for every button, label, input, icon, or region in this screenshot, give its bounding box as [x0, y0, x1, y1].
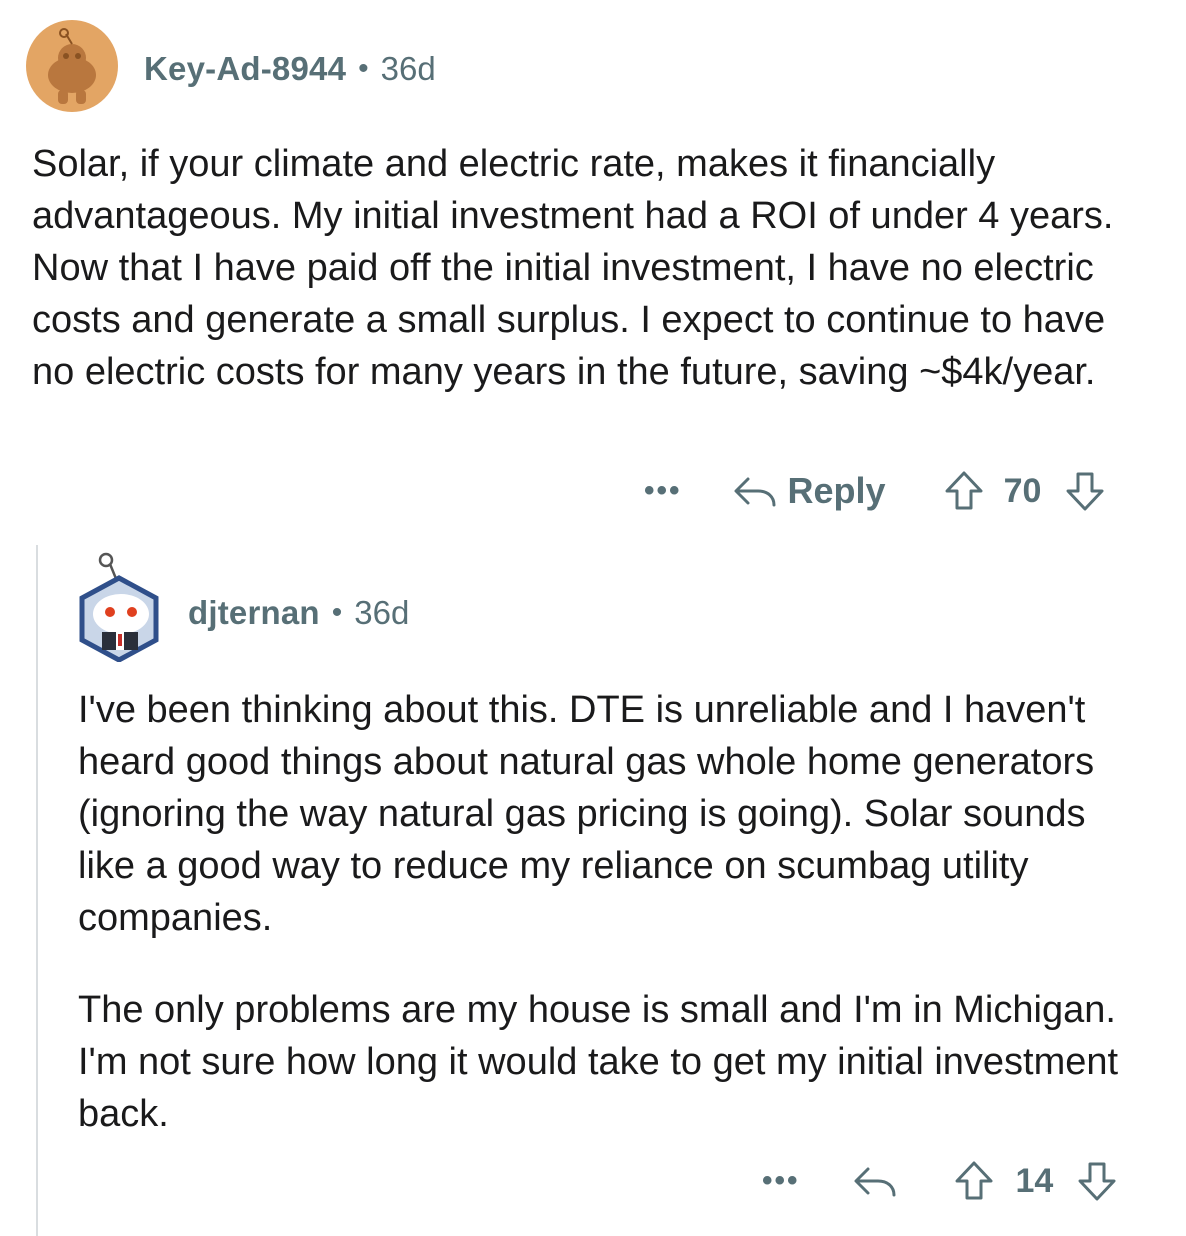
comment-body-paragraph: The only problems are my house is small … [78, 989, 1119, 1135]
snoo-avatar-orange-icon [26, 20, 118, 112]
snoo-avatar-hexagon-icon [79, 552, 159, 662]
comment-actions: ••• Reply 70 [644, 470, 1105, 512]
downvote-icon[interactable] [1065, 470, 1105, 512]
comment-header: Key-Ad-8944 • 36d [144, 50, 436, 88]
upvote-icon[interactable] [944, 470, 984, 512]
avatar[interactable] [76, 548, 162, 662]
reply-arrow-icon [734, 477, 776, 507]
avatar[interactable] [26, 20, 118, 112]
vote-score: 14 [1015, 1161, 1054, 1200]
comment-header: djternan • 36d [188, 594, 409, 632]
thread-line[interactable] [36, 545, 38, 1236]
comment-age: 36d [380, 50, 436, 87]
comment-actions: ••• 14 [762, 1160, 1117, 1202]
more-options-button[interactable]: ••• [762, 1164, 800, 1198]
upvote-icon[interactable] [954, 1160, 994, 1202]
more-options-button[interactable]: ••• [644, 474, 682, 508]
username[interactable]: djternan [188, 594, 320, 632]
username[interactable]: Key-Ad-8944 [144, 50, 346, 88]
comment-age: 36d [354, 594, 410, 631]
reply-arrow-icon[interactable] [852, 1163, 898, 1199]
separator-dot: • [358, 52, 369, 85]
comment-body-paragraph: I've been thinking about this. DTE is un… [78, 689, 1095, 939]
reply-button[interactable]: Reply [732, 470, 886, 512]
downvote-icon[interactable] [1077, 1160, 1117, 1202]
separator-dot: • [331, 596, 343, 629]
vote-score: 70 [1003, 471, 1042, 510]
comment-body: Solar, if your climate and electric rate… [32, 143, 1114, 393]
reply-label: Reply [787, 470, 886, 511]
